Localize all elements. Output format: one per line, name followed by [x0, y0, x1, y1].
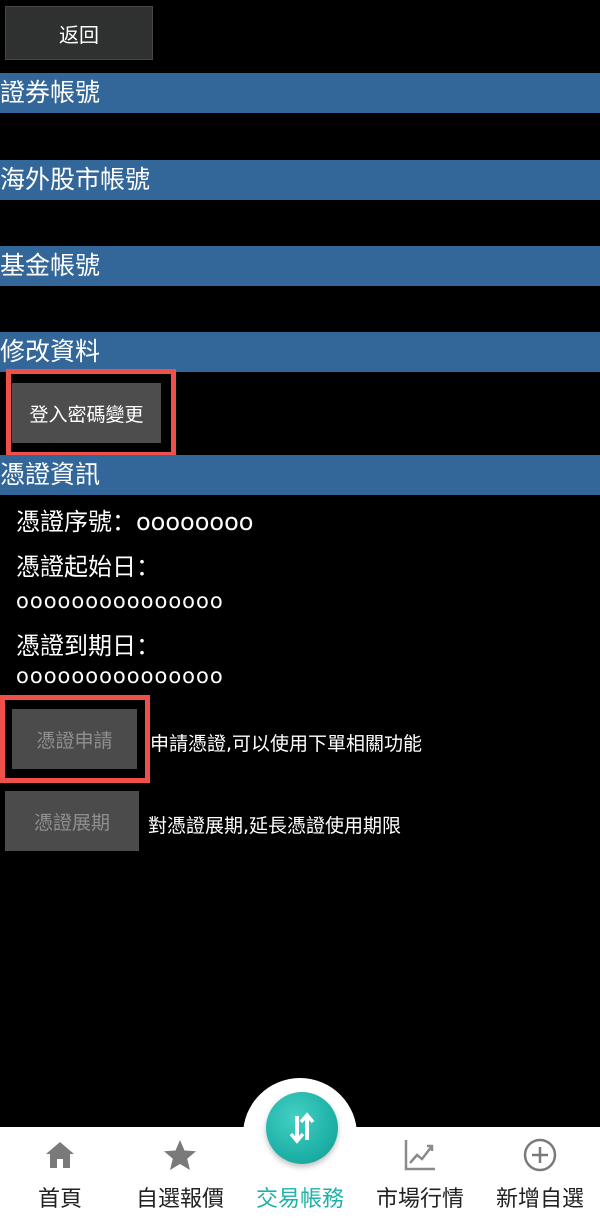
nav-label-add-watchlist: 新增自選	[495, 1187, 584, 1212]
certificate-renew-description: 對憑證展期,延長憑證使用期限	[148, 815, 402, 837]
nav-item-watchlist[interactable]: 自選報價	[120, 1127, 240, 1218]
back-button[interactable]: 返回	[5, 6, 153, 60]
certificate-start-value: ooooooooooooooo	[16, 589, 224, 613]
nav-item-add-watchlist[interactable]: 新增自選	[480, 1127, 600, 1218]
star-icon	[120, 1137, 240, 1173]
nav-label-trade: 交易帳務	[255, 1187, 344, 1212]
certificate-renew-button[interactable]: 憑證展期	[5, 791, 139, 851]
trade-arrows-icon	[289, 1112, 315, 1144]
certificate-start-label: 憑證起始日：	[16, 553, 160, 581]
certificate-expiry-value: ooooooooooooooo	[16, 664, 224, 688]
section-securities-account: 證券帳號	[0, 73, 600, 113]
nav-label-watchlist: 自選報價	[135, 1187, 224, 1212]
certificate-serial: 憑證序號：oooooooo	[16, 508, 254, 536]
trade-center-button[interactable]	[266, 1092, 338, 1164]
section-fund-account: 基金帳號	[0, 246, 600, 286]
certificate-apply-description: 申請憑證,可以使用下單相關功能	[150, 733, 423, 755]
nav-item-home[interactable]: 首頁	[0, 1127, 120, 1218]
plus-circle-icon	[480, 1137, 600, 1173]
trend-chart-icon	[360, 1137, 480, 1173]
section-overseas-account: 海外股市帳號	[0, 160, 600, 200]
nav-label-market: 市場行情	[375, 1187, 464, 1212]
certificate-apply-button[interactable]: 憑證申請	[12, 709, 137, 769]
change-password-button[interactable]: 登入密碼變更	[12, 383, 161, 443]
nav-item-market[interactable]: 市場行情	[360, 1127, 480, 1218]
home-icon	[0, 1137, 120, 1173]
certificate-expiry-label: 憑證到期日：	[16, 632, 160, 660]
section-certificate-info: 憑證資訊	[0, 455, 600, 495]
nav-label-home: 首頁	[37, 1187, 82, 1212]
section-modify-data: 修改資料	[0, 332, 600, 372]
account-page: 返回 證券帳號 海外股市帳號 基金帳號 修改資料 登入密碼變更 憑證資訊 憑證序…	[0, 0, 600, 1218]
